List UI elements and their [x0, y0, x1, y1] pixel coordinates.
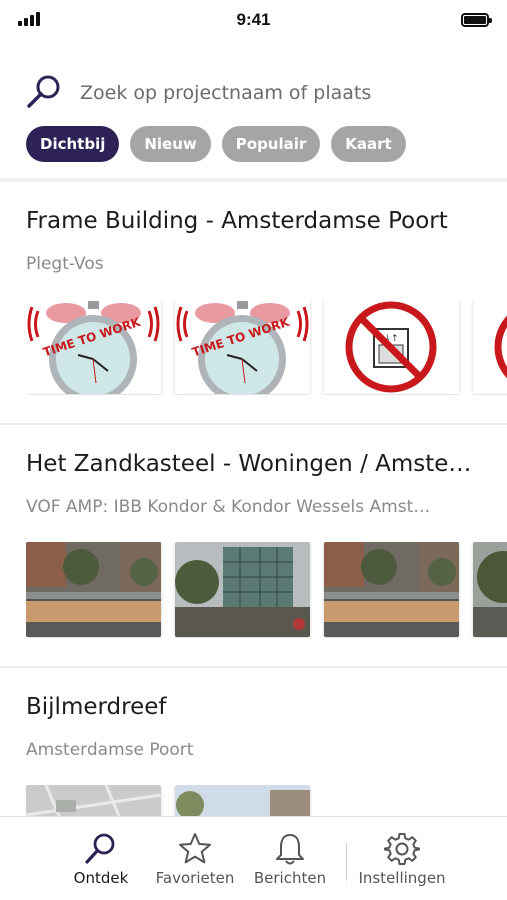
status-bar: 9:41	[0, 0, 507, 44]
star-icon	[179, 833, 211, 864]
project-card[interactable]: Het Zandkasteel - Woningen / Amste… VOF …	[0, 425, 507, 668]
thumbnail-strip[interactable]: TIME TO WORK TIME TO WORK ↓↑	[26, 299, 507, 395]
street-trees-photo[interactable]	[473, 542, 507, 637]
project-card[interactable]: Bijlmerdreef Amsterdamse Poort	[0, 668, 507, 816]
tab-label: Ontdek	[73, 869, 129, 887]
chip-nieuw[interactable]: Nieuw	[130, 126, 211, 162]
no-elevator-sign-image[interactable]	[473, 299, 507, 394]
project-title[interactable]: Frame Building - Amsterdamse Poort	[26, 208, 477, 234]
project-contractor: Amsterdamse Poort	[26, 740, 194, 760]
project-title[interactable]: Het Zandkasteel - Woningen / Amste…	[26, 451, 477, 477]
tab-berichten[interactable]: Berichten	[250, 817, 330, 900]
construction-fence-photo[interactable]	[324, 542, 459, 637]
tab-instellingen[interactable]: Instellingen	[354, 817, 450, 900]
tab-label: Berichten	[253, 869, 327, 887]
chip-populair[interactable]: Populair	[221, 126, 321, 162]
aerial-site-plan-photo[interactable]	[26, 785, 161, 816]
project-contractor: Plegt-Vos	[26, 254, 104, 274]
thumbnail-strip[interactable]	[26, 785, 507, 816]
chip-kaart[interactable]: Kaart	[331, 126, 406, 162]
project-list[interactable]: Frame Building - Amsterdamse Poort Plegt…	[0, 182, 507, 816]
search-bar[interactable]	[24, 72, 487, 112]
tab-label: Instellingen	[358, 869, 446, 887]
project-contractor: VOF AMP: IBB Kondor & Kondor Wessels Ams…	[26, 497, 431, 517]
search-icon	[85, 833, 115, 864]
thumbnail-strip[interactable]	[26, 542, 507, 638]
tab-label: Favorieten	[155, 869, 235, 887]
tab-separator	[346, 843, 347, 881]
search-input[interactable]	[80, 78, 487, 108]
street-view-photo[interactable]	[175, 785, 310, 816]
chip-dichtbij[interactable]: Dichtbij	[26, 126, 120, 162]
status-time: 9:41	[236, 10, 271, 29]
time-to-work-clock-image[interactable]: TIME TO WORK	[175, 299, 310, 394]
filter-chips: Dichtbij Nieuw Populair Kaart	[26, 126, 406, 162]
construction-fence-photo[interactable]	[26, 542, 161, 637]
search-icon	[27, 75, 60, 108]
time-to-work-clock-image[interactable]: TIME TO WORK	[26, 299, 161, 394]
project-title[interactable]: Bijlmerdreef	[26, 694, 477, 720]
tab-favorieten[interactable]: Favorieten	[150, 817, 240, 900]
scaffolding-building-photo[interactable]	[175, 542, 310, 637]
project-card[interactable]: Frame Building - Amsterdamse Poort Plegt…	[0, 182, 507, 425]
gear-icon	[384, 833, 420, 865]
tab-ontdek[interactable]: Ontdek	[68, 817, 134, 900]
tab-bar: Ontdek Favorieten Berichten Instellingen	[0, 816, 507, 900]
no-elevator-sign-image[interactable]: ↓↑	[324, 299, 459, 394]
battery-icon	[461, 13, 492, 27]
bell-icon	[276, 834, 304, 865]
